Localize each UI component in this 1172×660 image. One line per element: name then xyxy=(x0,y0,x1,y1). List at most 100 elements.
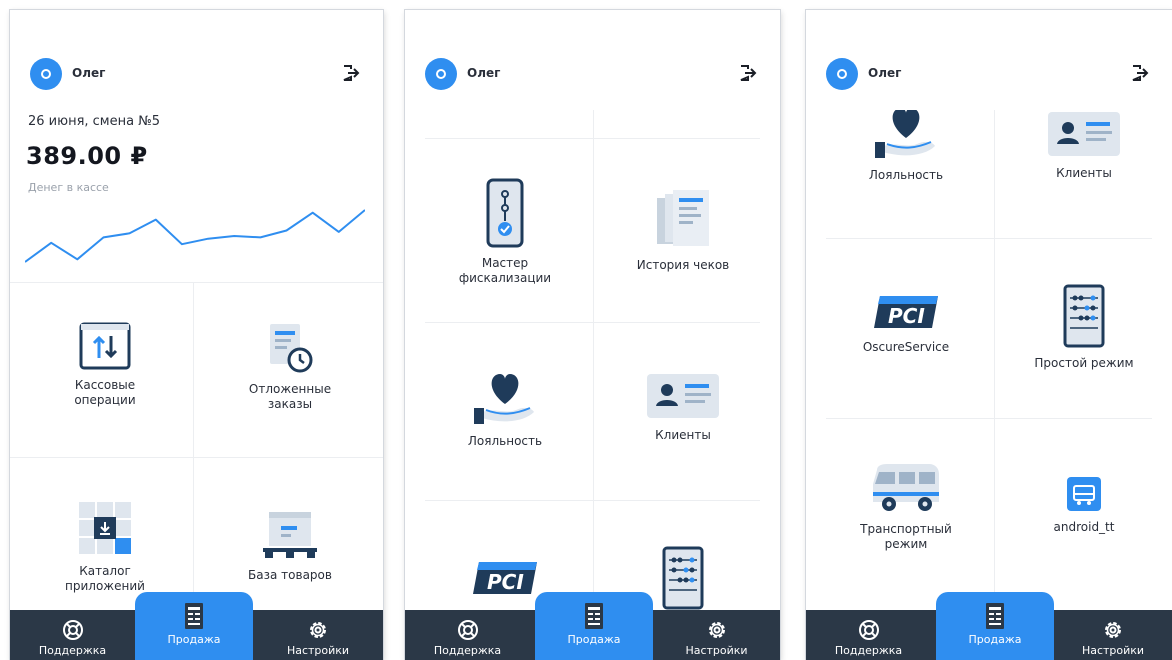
nav-label: Поддержка xyxy=(834,644,903,657)
nav-sales[interactable]: Продажа xyxy=(535,592,653,660)
nav-label: Продажа xyxy=(968,633,1022,646)
gear-icon xyxy=(310,622,326,638)
tile-label: База товаров xyxy=(248,568,332,582)
divider xyxy=(10,457,383,458)
tile-label: Лояльность xyxy=(868,168,944,182)
nav-settings[interactable]: Настройки xyxy=(253,610,383,660)
divider xyxy=(593,110,594,610)
divider xyxy=(826,238,1152,239)
user-name: Олег xyxy=(868,66,902,80)
tile-deferred-orders[interactable]: Отложенные заказы xyxy=(210,322,370,412)
nav-sales[interactable]: Продажа xyxy=(135,592,253,660)
bottom-nav: Поддержка Продажа Настройки xyxy=(10,592,383,660)
nav-support[interactable]: Поддержка xyxy=(806,610,931,660)
svg-text:PCI: PCI xyxy=(487,570,524,594)
divider xyxy=(193,282,194,612)
divider xyxy=(826,418,1152,419)
nav-support[interactable]: Поддержка xyxy=(10,610,135,660)
divider xyxy=(10,282,383,283)
pci-icon: PCI xyxy=(473,562,537,594)
tile-label: Лояльность xyxy=(467,434,543,448)
nav-settings[interactable]: Настройки xyxy=(653,610,780,660)
lifebuoy-icon xyxy=(457,620,478,640)
gear-icon xyxy=(708,622,725,638)
phone-screen-dashboard: Олег 26 июня, смена №5 389.00 ₽ Денег в … xyxy=(10,10,383,660)
top-bar: Олег xyxy=(30,58,361,90)
nav-label: Настройки xyxy=(1081,644,1145,657)
user-name: Олег xyxy=(467,66,501,80)
cash-amount: 389.00 ₽ xyxy=(26,142,148,170)
trend-line xyxy=(25,209,365,263)
tile-oscure-service[interactable]: PCI OscureService xyxy=(826,292,986,355)
clients-icon xyxy=(647,374,719,418)
tile-products-base[interactable]: База товаров xyxy=(210,510,370,583)
tile-label: Мастер фискализации xyxy=(458,256,552,285)
top-bar: Олег xyxy=(425,58,758,90)
fiscal-wizard-icon xyxy=(486,178,524,248)
nav-label: Продажа xyxy=(567,633,621,646)
user-avatar-icon[interactable] xyxy=(826,58,858,90)
tile-android-tt[interactable]: android_tt xyxy=(1004,476,1164,535)
cash-caption: Денег в кассе xyxy=(28,181,109,194)
user-name: Олег xyxy=(72,66,106,80)
cash-operations-icon xyxy=(79,322,131,370)
tile-fiscal-wizard[interactable]: Мастер фискализации xyxy=(425,178,585,286)
receipt-icon xyxy=(585,603,603,629)
user-avatar-icon[interactable] xyxy=(30,58,62,90)
loyalty-icon xyxy=(474,374,534,424)
deferred-orders-icon xyxy=(270,324,313,373)
nav-support[interactable]: Поддержка xyxy=(405,610,530,660)
nav-label: Настройки xyxy=(286,644,350,657)
divider xyxy=(994,110,995,610)
nav-label: Продажа xyxy=(167,633,221,646)
nav-label: Поддержка xyxy=(433,644,502,657)
pci-icon: PCI xyxy=(874,296,938,328)
user-avatar-icon[interactable] xyxy=(425,58,457,90)
nav-sales[interactable]: Продажа xyxy=(936,592,1054,660)
tile-abacus[interactable] xyxy=(643,546,723,618)
receipt-icon xyxy=(986,603,1004,629)
tile-receipts-history[interactable]: История чеков xyxy=(603,188,763,273)
tile-label: OscureService xyxy=(862,340,950,354)
abacus-icon xyxy=(1063,284,1105,348)
tile-loyalty[interactable]: Лояльность xyxy=(425,368,585,449)
nav-settings[interactable]: Настройки xyxy=(1054,610,1172,660)
lifebuoy-icon xyxy=(858,620,879,640)
bottom-nav: Поддержка Продажа Настройки xyxy=(806,592,1172,660)
tile-clients[interactable]: Клиенты xyxy=(1004,110,1164,181)
shift-info: 26 июня, смена №5 xyxy=(28,114,160,129)
abacus-icon xyxy=(662,546,704,610)
tile-label: Клиенты xyxy=(655,428,711,442)
tile-loyalty[interactable]: Лояльность xyxy=(826,110,986,183)
nav-label: Настройки xyxy=(685,644,748,657)
tile-label: Отложенные заказы xyxy=(248,382,332,411)
logout-icon[interactable] xyxy=(341,63,361,83)
nav-label: Поддержка xyxy=(38,644,107,657)
tile-transport-mode[interactable]: Транспортный режим xyxy=(826,462,986,552)
tile-label: Клиенты xyxy=(1056,166,1112,180)
tile-cash-operations[interactable]: Кассовые операции xyxy=(30,322,180,408)
logout-icon[interactable] xyxy=(738,63,758,83)
tile-app-catalog[interactable]: Каталог приложений xyxy=(30,500,180,594)
receipts-history-icon xyxy=(657,190,709,246)
products-base-icon xyxy=(263,512,317,558)
loyalty-icon xyxy=(875,110,935,158)
lifebuoy-icon xyxy=(62,620,83,640)
tile-clients[interactable]: Клиенты xyxy=(603,372,763,443)
tile-label: Каталог приложений xyxy=(65,564,145,593)
logout-icon[interactable] xyxy=(1130,63,1150,83)
tile-label: Транспортный режим xyxy=(860,522,952,551)
clients-icon xyxy=(1048,112,1120,156)
tile-simple-mode[interactable]: Простой режим xyxy=(1004,284,1164,371)
top-bar: Олег xyxy=(826,58,1150,90)
svg-text:PCI: PCI xyxy=(888,304,925,328)
cash-trend-chart xyxy=(25,209,365,263)
app-catalog-icon xyxy=(79,502,131,554)
phone-screen-menu-1: Олег Мастер фискализации История чеков Л… xyxy=(405,10,780,660)
android-tt-icon xyxy=(1067,477,1101,511)
receipt-icon xyxy=(185,603,203,629)
bottom-nav: Поддержка Продажа Настройки xyxy=(405,592,780,660)
tile-label: История чеков xyxy=(636,258,730,272)
bus-icon xyxy=(873,464,939,511)
gear-icon xyxy=(1105,622,1121,638)
